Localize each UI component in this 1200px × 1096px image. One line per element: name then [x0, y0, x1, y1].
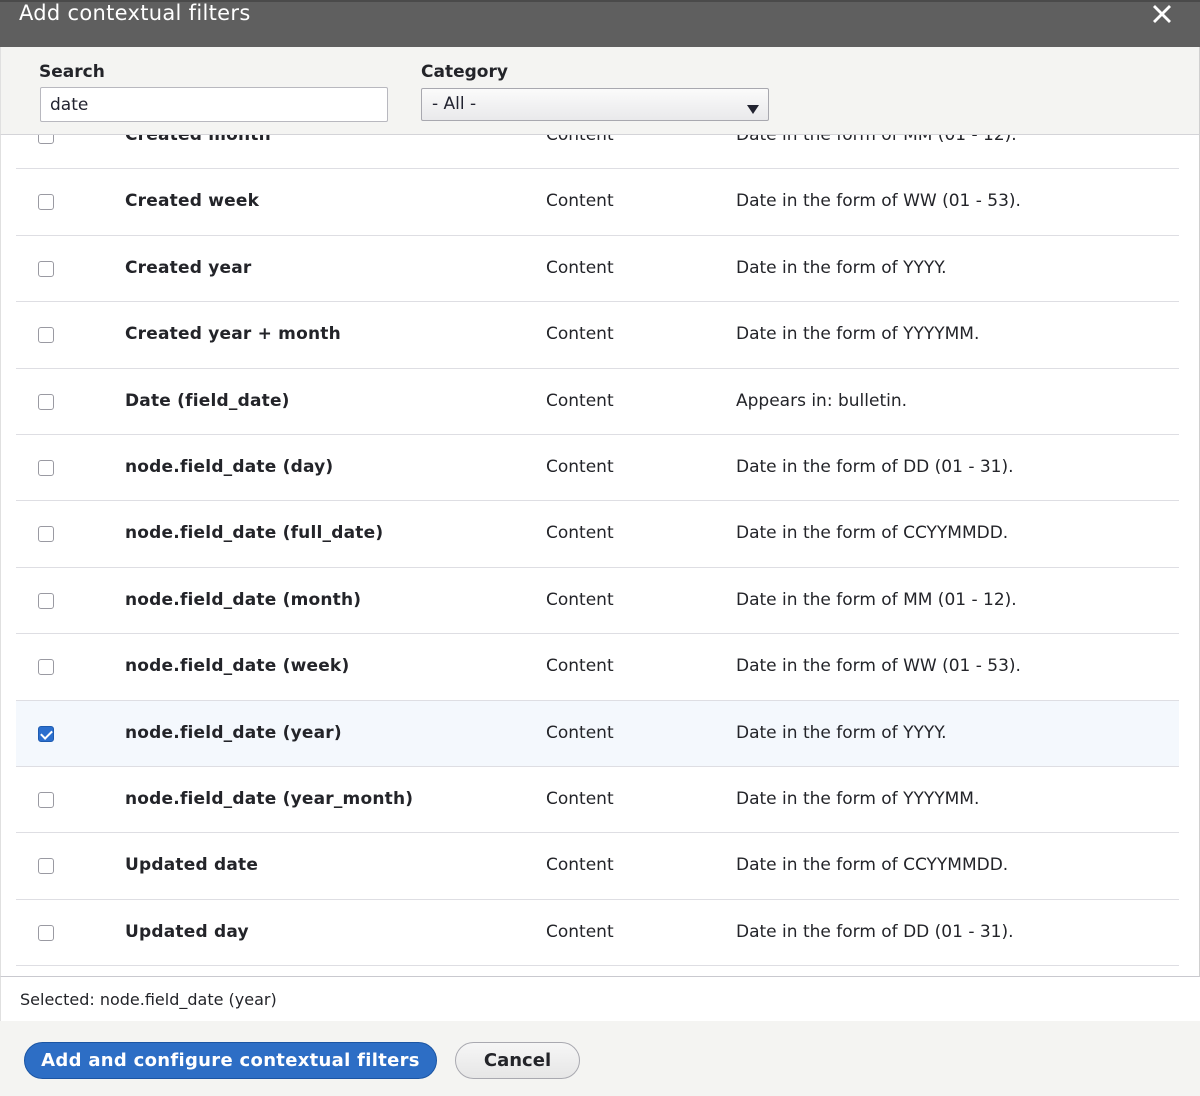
- filter-table-rows: Created month Content Date in the form of …: [1, 135, 1199, 967]
- dialog-title: Add contextual filters: [19, 1, 251, 25]
- row-description: Date in the form of YYYY.: [736, 257, 947, 278]
- row-category: Content: [546, 921, 614, 942]
- row-name: node.field_date (day): [125, 456, 334, 477]
- triangle-down-icon: [747, 100, 759, 120]
- dialog-titlebar: Add contextual filters: [0, 0, 1200, 47]
- table-row[interactable]: node.field_date (month) Content Date in th…: [16, 568, 1179, 635]
- row-checkbox[interactable]: [38, 135, 54, 144]
- row-checkbox[interactable]: [38, 260, 54, 277]
- row-category: Content: [546, 523, 614, 544]
- selection-summary: Selected: node.field_date (year): [0, 977, 1200, 1021]
- row-description: Date in the form of YYYYMM.: [736, 788, 980, 809]
- row-description: Date in the form of YYYY.: [736, 722, 947, 743]
- row-description: Date in the form of WW (01 - 53).: [736, 191, 1021, 212]
- category-label: Category: [421, 62, 508, 82]
- row-category: Content: [546, 191, 614, 212]
- row-category: Content: [546, 257, 614, 278]
- row-name: node.field_date (year_month): [125, 788, 414, 809]
- row-name: Created month: [125, 135, 271, 145]
- table-row[interactable]: Updated date Content Date in the form of C…: [16, 833, 1179, 900]
- filter-table[interactable]: Created month Content Date in the form of …: [0, 135, 1200, 977]
- table-row[interactable]: Created week Content Date in the form of W…: [16, 169, 1179, 236]
- row-name: Created week: [125, 191, 260, 212]
- row-checkbox[interactable]: [38, 459, 54, 476]
- row-category: Content: [546, 324, 614, 345]
- row-category: Content: [546, 390, 614, 411]
- row-name: node.field_date (week): [125, 656, 350, 677]
- row-name: Updated date: [125, 855, 259, 876]
- table-row[interactable]: node.field_date (full_date) Content Date i…: [16, 501, 1179, 568]
- table-row[interactable]: Created year Content Date in the form of Y…: [16, 236, 1179, 303]
- search-input[interactable]: [40, 87, 388, 122]
- add-and-configure-button[interactable]: Add and configure contextual filters: [24, 1042, 437, 1079]
- row-description: Appears in: bulletin.: [736, 390, 908, 411]
- row-description: Date in the form of MM (01 - 12).: [736, 135, 1017, 145]
- row-category: Content: [546, 589, 614, 610]
- row-name: node.field_date (full_date): [125, 523, 384, 544]
- row-checkbox[interactable]: [38, 393, 54, 410]
- table-row[interactable]: Created month Content Date in the form of …: [16, 135, 1179, 170]
- table-row[interactable]: node.field_date (week) Content Date in the…: [16, 634, 1179, 701]
- table-row[interactable]: Date (field_date) Content Appears in: bull…: [16, 369, 1179, 435]
- row-name: Created year + month: [125, 324, 341, 345]
- row-category: Content: [546, 456, 614, 477]
- category-select[interactable]: - All -: [421, 88, 769, 121]
- row-checkbox[interactable]: [38, 592, 54, 609]
- row-name: Date (field_date): [125, 390, 290, 411]
- table-row[interactable]: node.field_date (year) Content Date in the…: [16, 700, 1179, 767]
- table-row[interactable]: Updated day Content Date in the form of DD…: [16, 900, 1179, 967]
- row-checkbox[interactable]: [38, 858, 54, 875]
- row-name: Created year: [125, 257, 252, 278]
- row-category: Content: [546, 135, 614, 145]
- row-name: Updated day: [125, 921, 249, 942]
- row-name: node.field_date (year): [125, 722, 342, 743]
- row-checkbox[interactable]: [38, 327, 54, 344]
- row-description: Date in the form of DD (01 - 31).: [736, 921, 1014, 942]
- table-row[interactable]: node.field_date (year_month) Content Date …: [16, 767, 1179, 834]
- row-description: Date in the form of CCYYMMDD.: [736, 855, 1009, 876]
- row-checkbox-checked[interactable]: [38, 725, 54, 742]
- row-checkbox[interactable]: [38, 526, 54, 543]
- row-checkbox[interactable]: [38, 924, 54, 941]
- row-category: Content: [546, 722, 614, 743]
- row-name: node.field_date (month): [125, 589, 362, 610]
- filter-bar: Search Category - All -: [0, 47, 1200, 135]
- row-category: Content: [546, 788, 614, 809]
- row-description: Date in the form of DD (01 - 31).: [736, 456, 1014, 477]
- close-icon[interactable]: [1150, 2, 1174, 26]
- row-description: Date in the form of WW (01 - 53).: [736, 656, 1021, 677]
- selection-summary-text: Selected: node.field_date (year): [20, 990, 277, 1009]
- row-category: Content: [546, 855, 614, 876]
- table-row[interactable]: node.field_date (day) Content Date in the …: [16, 435, 1179, 502]
- row-description: Date in the form of CCYYMMDD.: [736, 523, 1009, 544]
- cancel-button[interactable]: Cancel: [455, 1042, 580, 1079]
- search-label: Search: [39, 62, 105, 82]
- category-select-value: - All -: [432, 94, 477, 114]
- row-category: Content: [546, 656, 614, 677]
- row-checkbox[interactable]: [38, 659, 54, 676]
- row-checkbox[interactable]: [38, 194, 54, 211]
- row-description: Date in the form of MM (01 - 12).: [736, 589, 1017, 610]
- table-row[interactable]: Created year + month Content Date in the f…: [16, 302, 1179, 369]
- row-checkbox[interactable]: [38, 791, 54, 808]
- dialog-footer: Add and configure contextual filters Can…: [0, 1021, 1200, 1096]
- row-description: Date in the form of YYYYMM.: [736, 324, 980, 345]
